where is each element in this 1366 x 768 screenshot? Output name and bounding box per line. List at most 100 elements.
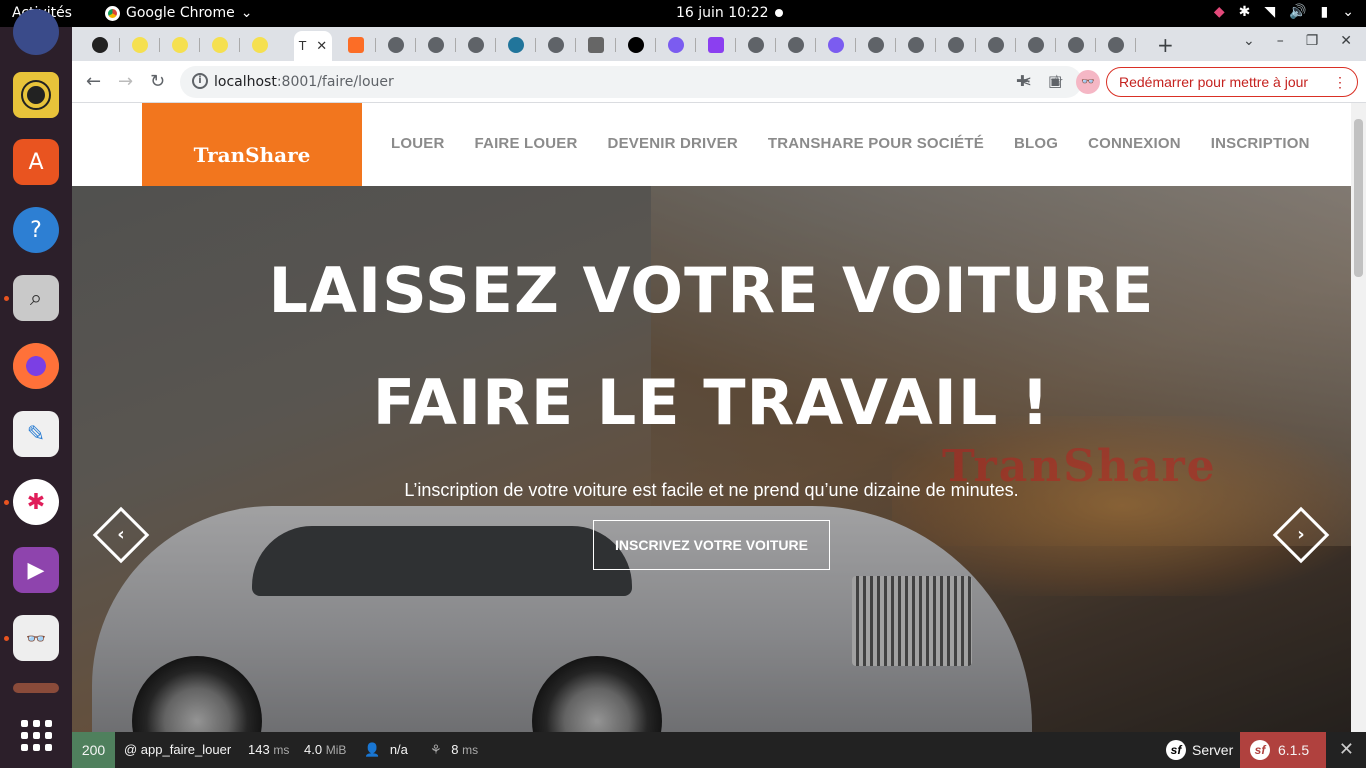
menu-item-blog[interactable]: BLOG [1014, 135, 1058, 152]
browser-tab[interactable] [816, 34, 856, 56]
browser-tab[interactable] [896, 34, 936, 56]
firefox-icon[interactable] [13, 343, 59, 389]
thunderbird-icon[interactable] [13, 9, 59, 55]
app-menu[interactable]: Google Chrome ⌄ [105, 5, 252, 21]
browser-tab[interactable] [856, 34, 896, 56]
tab-favicon-icon [92, 37, 108, 53]
image-viewer-icon[interactable]: ⌕ [13, 275, 59, 321]
upwork-icon [628, 37, 644, 53]
volume-icon[interactable]: 🔊 [1289, 4, 1306, 20]
tab-favicon-icon [668, 37, 684, 53]
browser-tab[interactable] [456, 34, 496, 56]
site-info-icon[interactable]: i [192, 73, 208, 89]
server-info[interactable]: sf Server [1166, 732, 1233, 768]
register-car-button[interactable]: INSCRIVEZ VOTRE VOITURE [593, 520, 830, 570]
browser-tab[interactable] [1016, 34, 1056, 56]
route-name[interactable]: @ app_faire_louer [124, 742, 231, 757]
text-editor-icon[interactable]: ✎ [13, 411, 59, 457]
clock[interactable]: 16 juin 10:22 [676, 5, 769, 21]
chevron-left-icon: ‹ [117, 524, 125, 545]
rhythmbox-icon[interactable] [13, 72, 59, 118]
url-path: :8001/faire/louer [276, 74, 394, 90]
browser-tab[interactable] [240, 34, 280, 56]
browser-tab[interactable] [120, 34, 160, 56]
close-window-icon[interactable]: ✕ [1340, 33, 1352, 49]
browser-tab[interactable] [496, 34, 536, 56]
tab-favicon-icon [788, 37, 804, 53]
browser-tab[interactable] [376, 34, 416, 56]
slack-tray-icon[interactable]: ✱ [1239, 4, 1251, 20]
hero-subtitle: L’inscription de votre voiture est facil… [404, 480, 1019, 500]
http-status[interactable]: 200 [72, 732, 115, 768]
browser-tab[interactable] [696, 34, 736, 56]
url-text[interactable]: localhost:8001/faire/louer [214, 74, 394, 90]
request-time[interactable]: 143 ms [248, 742, 289, 757]
browser-tab[interactable] [1096, 34, 1136, 56]
tab-favicon-icon [828, 37, 844, 53]
color-picker-icon[interactable]: ◆ [1214, 4, 1225, 20]
wifi-icon[interactable]: ◥ [1264, 4, 1275, 20]
ubuntu-software-icon[interactable]: A [13, 139, 59, 185]
system-tray[interactable]: ◆ ✱ ◥ 🔊 ▮ ⌄ [1214, 4, 1354, 20]
video-player-icon[interactable]: ▶ [13, 547, 59, 593]
menu-item-transhare-societe[interactable]: TRANSHARE POUR SOCIÉTÉ [768, 135, 984, 152]
symfony-version[interactable]: sf 6.1.5 [1240, 732, 1326, 768]
show-apps-icon[interactable] [13, 712, 59, 758]
tab-favicon-icon [1028, 37, 1044, 53]
security-user[interactable]: 👤 n/a [364, 742, 408, 758]
chrome-icon [105, 5, 120, 21]
reload-icon[interactable]: ↻ [150, 71, 165, 92]
browser-tab[interactable] [976, 34, 1016, 56]
slack-icon[interactable]: ✱ [13, 479, 59, 525]
browser-tab[interactable] [936, 34, 976, 56]
tab-search-icon[interactable]: ⌄ [1243, 33, 1255, 49]
browser-tab[interactable] [656, 34, 696, 56]
battery-icon[interactable]: ▮ [1321, 4, 1329, 20]
scrollbar-thumb[interactable] [1354, 119, 1363, 277]
menu-item-inscription[interactable]: INSCRIPTION [1211, 135, 1310, 152]
document-viewer-icon[interactable]: 👓 [13, 615, 59, 661]
minimize-icon[interactable]: – [1277, 33, 1284, 49]
new-tab-button[interactable]: + [1157, 33, 1174, 57]
browser-tab[interactable] [576, 34, 616, 56]
hero-slider: TranShare LAISSEZ VOTRE VOITURE FAIRE LE… [72, 186, 1351, 732]
restart-update-button[interactable]: Redémarrer pour mettre à jour ⋮ [1106, 67, 1358, 97]
more-menu-icon[interactable]: ⋮ [1333, 68, 1347, 96]
maximize-icon[interactable]: ❐ [1306, 33, 1319, 49]
browser-tab[interactable] [616, 34, 656, 56]
side-panel-icon[interactable]: ▣ [1048, 72, 1062, 90]
page-scrollbar[interactable] [1351, 103, 1366, 732]
menu-item-connexion[interactable]: CONNEXION [1088, 135, 1181, 152]
chevron-down-icon: ⌄ [240, 5, 253, 21]
extensions-icon[interactable]: ✚ [1016, 72, 1029, 90]
address-bar[interactable]: i localhost:8001/faire/louer ⋖ ☆ [180, 66, 1082, 98]
close-tab-icon[interactable]: ✕ [316, 39, 327, 54]
site-header: TranShare LOUER FAIRE LOUER DEVENIR DRIV… [72, 103, 1351, 186]
browser-tab[interactable] [1056, 34, 1096, 56]
browser-tab[interactable] [536, 34, 576, 56]
hero-title-line-1: LAISSEZ VOTRE VOITURE [268, 254, 1155, 327]
browser-tab[interactable] [200, 34, 240, 56]
browser-tab[interactable] [80, 34, 120, 56]
forward-icon[interactable]: → [118, 71, 133, 92]
help-icon[interactable]: ? [13, 207, 59, 253]
close-toolbar-icon[interactable]: ✕ [1339, 739, 1354, 760]
chevron-down-icon[interactable]: ⌄ [1342, 4, 1354, 20]
menu-item-louer[interactable]: LOUER [391, 135, 445, 152]
browser-tab[interactable] [160, 34, 200, 56]
tab-favicon-icon [172, 37, 188, 53]
browser-tab[interactable] [416, 34, 456, 56]
user-value: n/a [389, 742, 408, 757]
browser-tab[interactable] [776, 34, 816, 56]
profile-avatar-icon[interactable]: 👓 [1076, 70, 1100, 94]
twig-render-time[interactable]: ⚘ 8 ms [430, 742, 478, 758]
back-icon[interactable]: ← [86, 71, 101, 92]
browser-tab[interactable] [336, 34, 376, 56]
site-logo[interactable]: TranShare [142, 103, 362, 186]
active-browser-tab[interactable]: T ✕ [294, 31, 332, 61]
menu-item-faire-louer[interactable]: FAIRE LOUER [475, 135, 578, 152]
memory-usage[interactable]: 4.0 MiB [304, 742, 346, 757]
menu-item-devenir-driver[interactable]: DEVENIR DRIVER [608, 135, 738, 152]
browser-tab[interactable] [736, 34, 776, 56]
folder-icon[interactable] [13, 683, 59, 693]
